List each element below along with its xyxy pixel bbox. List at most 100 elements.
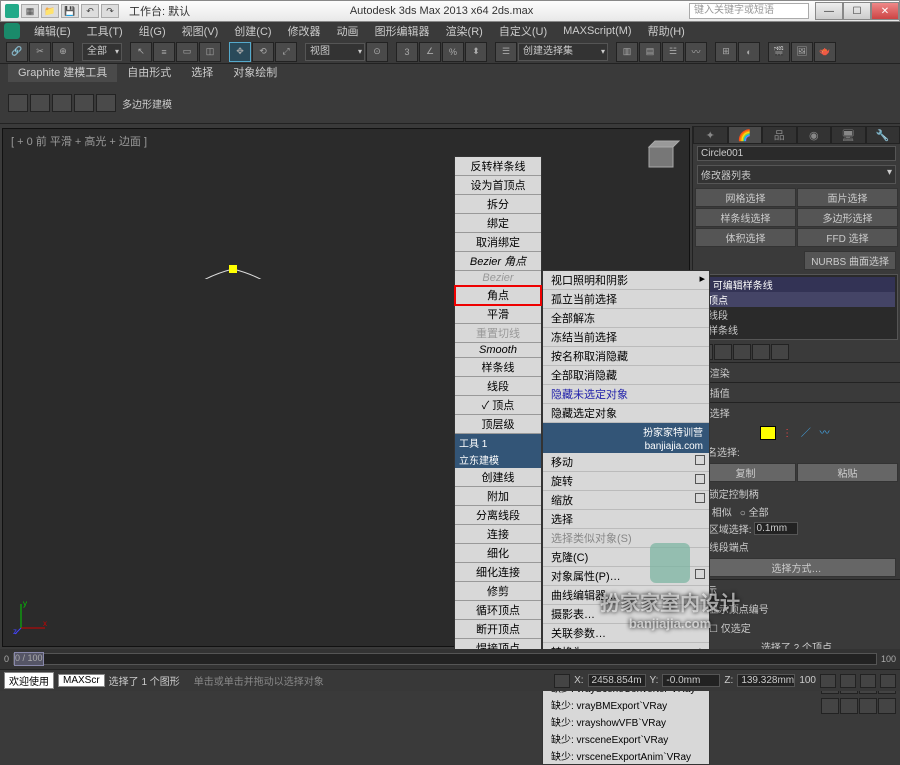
- play-next-icon[interactable]: [860, 674, 876, 688]
- ctx-reset-tangent[interactable]: 重置切线: [455, 324, 541, 343]
- nav-region-icon[interactable]: [859, 698, 877, 714]
- menu-render[interactable]: 渲染(R): [438, 23, 491, 39]
- sm-isolate[interactable]: 孤立当前选择: [543, 290, 709, 309]
- tool-anglesnap-icon[interactable]: ∠: [419, 42, 441, 62]
- ctx-corner[interactable]: 角点: [455, 286, 541, 305]
- sm-dope-sheet[interactable]: 摄影表…: [543, 605, 709, 624]
- sm-hide-unsel[interactable]: 隐藏未选定对象: [543, 385, 709, 404]
- qat-save-icon[interactable]: 💾: [61, 4, 79, 18]
- named-sel-dropdown[interactable]: 创建选择集: [518, 43, 608, 61]
- ctx-smooth-cn[interactable]: 平滑: [455, 305, 541, 324]
- ctx-sub-spline[interactable]: 样条线: [455, 358, 541, 377]
- sm-select-similar[interactable]: 选择类似对象(S): [543, 529, 709, 548]
- menu-graph[interactable]: 图形编辑器: [367, 23, 438, 39]
- modtype-patch[interactable]: 面片选择: [797, 188, 898, 207]
- cp-tab-modify-icon[interactable]: 🌈: [728, 126, 763, 144]
- tl-track[interactable]: 0 / 100: [13, 653, 877, 665]
- tool-center-icon[interactable]: ⊙: [366, 42, 388, 62]
- tl-knob[interactable]: 0 / 100: [14, 652, 44, 666]
- tool-rectsel-icon[interactable]: ▭: [176, 42, 198, 62]
- app-menu-icon[interactable]: [4, 23, 20, 39]
- play-icon[interactable]: [840, 674, 856, 688]
- stack-segment[interactable]: 线段: [698, 307, 895, 322]
- tool-snap3d-icon[interactable]: 3: [396, 42, 418, 62]
- menu-custom[interactable]: 自定义(U): [491, 23, 555, 39]
- coord-y[interactable]: -0.0mm: [662, 674, 720, 687]
- cp-tab-create-icon[interactable]: ✦: [693, 126, 728, 144]
- tool-window-icon[interactable]: ◫: [199, 42, 221, 62]
- tool-rotate-icon[interactable]: ⟲: [252, 42, 274, 62]
- viewcube-icon[interactable]: [641, 137, 681, 177]
- workspace-label[interactable]: 工作台: 默认: [129, 3, 190, 19]
- modtype-ffd[interactable]: FFD 选择: [797, 228, 898, 247]
- tool-selectname-icon[interactable]: ≡: [153, 42, 175, 62]
- ribbon-btn[interactable]: [52, 94, 72, 112]
- ctx-create-line[interactable]: 创建线: [455, 468, 541, 487]
- ctx-break-vert[interactable]: 断开顶点: [455, 620, 541, 639]
- nav-minmax-icon[interactable]: [878, 698, 896, 714]
- tool-mirror-icon[interactable]: ▥: [616, 42, 638, 62]
- ribbon-tab-graphite[interactable]: Graphite 建模工具: [8, 64, 117, 82]
- menu-edit[interactable]: 编辑(E): [26, 23, 79, 39]
- tool-bind-icon[interactable]: ⊕: [52, 42, 74, 62]
- stack-config-icon[interactable]: [771, 344, 789, 360]
- menu-maxscript[interactable]: MAXScript(M): [555, 25, 639, 37]
- ribbon-tab-freeform[interactable]: 自由形式: [117, 64, 181, 82]
- key-mode-icon[interactable]: [880, 674, 896, 688]
- tool-layers-icon[interactable]: ☱: [662, 42, 684, 62]
- ctx-refine-connect[interactable]: 细化连接: [455, 563, 541, 582]
- color-swatch[interactable]: [760, 426, 776, 440]
- coord-z[interactable]: 139.328mm: [737, 674, 795, 687]
- menu-help[interactable]: 帮助(H): [640, 23, 693, 39]
- ctx-refine[interactable]: 细化: [455, 544, 541, 563]
- ctx-divide[interactable]: 拆分: [455, 195, 541, 214]
- maximize-button[interactable]: ☐: [843, 2, 871, 20]
- tool-namedsel-icon[interactable]: ☰: [495, 42, 517, 62]
- sm-freeze-sel[interactable]: 冻结当前选择: [543, 328, 709, 347]
- object-name-input[interactable]: [697, 146, 896, 161]
- ref-coord-dropdown[interactable]: 视图: [305, 43, 365, 61]
- modtype-vol[interactable]: 体积选择: [695, 228, 796, 247]
- ribbon-btn[interactable]: [8, 94, 28, 112]
- subobj-segment-icon[interactable]: ／: [801, 428, 811, 439]
- only-sel-check[interactable]: ☐ 仅选定: [709, 624, 751, 635]
- ctx-bezier-corner[interactable]: Bezier 角点: [455, 252, 541, 271]
- maxscript-mini[interactable]: MAXScr: [58, 674, 105, 687]
- modifier-stack[interactable]: 曰 可编辑样条线 顶点 线段 样条线: [695, 274, 898, 340]
- ribbon-btn[interactable]: [96, 94, 116, 112]
- selection-filter-dropdown[interactable]: 全部: [82, 43, 122, 61]
- menu-modifiers[interactable]: 修改器: [280, 23, 329, 39]
- help-search-input[interactable]: 键入关键字或短语: [689, 3, 809, 19]
- tool-link-icon[interactable]: 🔗: [6, 42, 28, 62]
- play-prev-icon[interactable]: [820, 674, 836, 688]
- copy-button[interactable]: 复制: [695, 463, 796, 482]
- select-by-button[interactable]: 选择方式…: [697, 558, 896, 577]
- subobj-spline-icon[interactable]: 〰: [820, 428, 830, 439]
- modtype-mesh[interactable]: 网格选择: [695, 188, 796, 207]
- stack-show-icon[interactable]: [714, 344, 732, 360]
- subobj-vertex-icon[interactable]: ⋮: [782, 428, 792, 439]
- modtype-poly[interactable]: 多边形选择: [797, 208, 898, 227]
- ctx-connect[interactable]: 连接: [455, 525, 541, 544]
- area-sel-value[interactable]: 0.1mm: [754, 522, 798, 535]
- ctx-detach-seg[interactable]: 分离线段: [455, 506, 541, 525]
- menu-animation[interactable]: 动画: [329, 23, 367, 39]
- nav-maximize-icon[interactable]: [840, 698, 858, 714]
- sm-unfreeze-all[interactable]: 全部解冻: [543, 309, 709, 328]
- ctx-sub-vertex[interactable]: 顶点: [455, 396, 541, 415]
- cp-tab-display-icon[interactable]: 🖥: [831, 126, 866, 144]
- tool-renderframe-icon[interactable]: 🖼: [791, 42, 813, 62]
- tool-select-icon[interactable]: ↖: [130, 42, 152, 62]
- lock-sel-icon[interactable]: [554, 674, 570, 688]
- ribbon-tab-objpaint[interactable]: 对象绘制: [223, 64, 287, 82]
- menu-group[interactable]: 组(G): [131, 23, 174, 39]
- modtype-nurbs[interactable]: NURBS 曲面选择: [804, 251, 896, 270]
- sm-rotate[interactable]: 旋转: [543, 472, 709, 491]
- sm-curve-editor[interactable]: 曲线编辑器…: [543, 586, 709, 605]
- ctx-sub-segment[interactable]: 线段: [455, 377, 541, 396]
- stack-spline[interactable]: 样条线: [698, 322, 895, 337]
- qat-new-icon[interactable]: ▦: [21, 4, 39, 18]
- ctx-attach[interactable]: 附加: [455, 487, 541, 506]
- ribbon-btn[interactable]: [74, 94, 94, 112]
- menu-tools[interactable]: 工具(T): [79, 23, 131, 39]
